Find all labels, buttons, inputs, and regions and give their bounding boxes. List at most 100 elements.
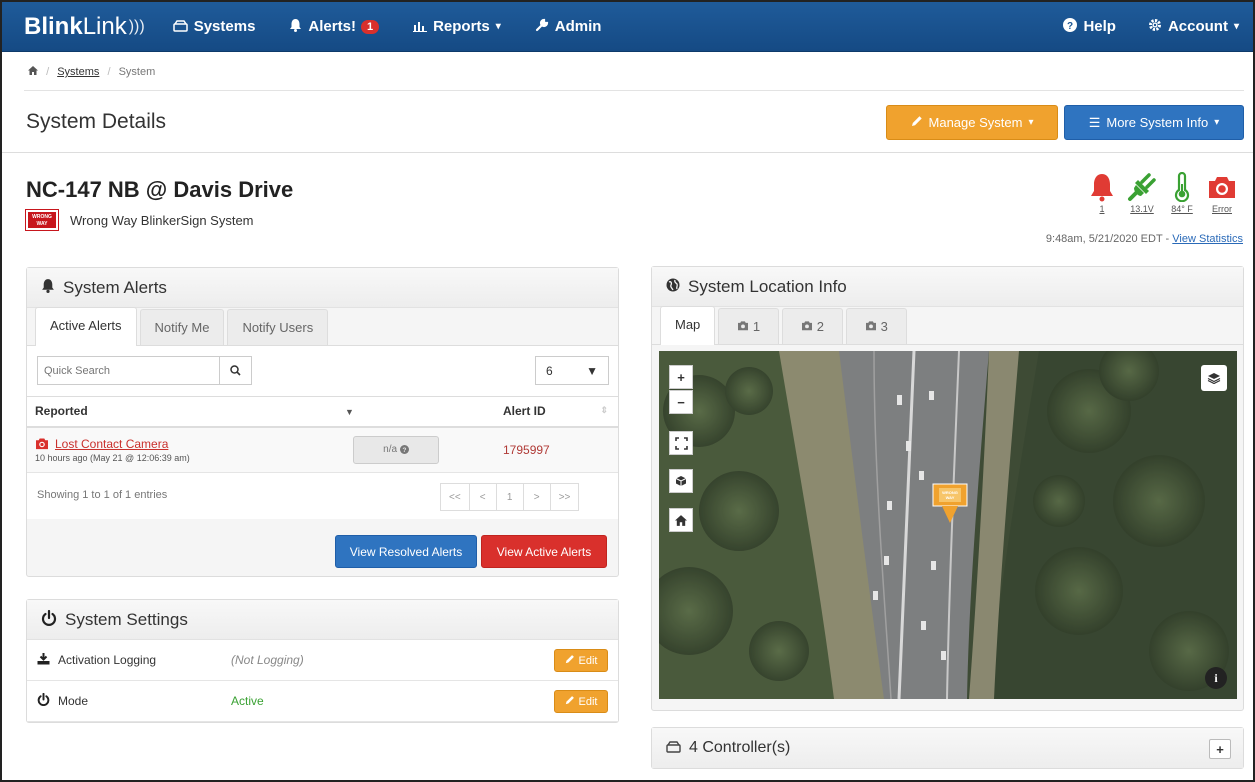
question-circle-icon: ?	[1063, 18, 1078, 35]
system-location-panel: System Location Info Map 1 2 3 + − WRONG…	[651, 266, 1244, 711]
page-1[interactable]: 1	[495, 483, 524, 511]
panel-heading: System Location Info	[652, 267, 1243, 307]
entries-info: Showing 1 to 1 of 1 entries	[37, 489, 168, 501]
status-temperature[interactable]: 84° F	[1163, 172, 1201, 214]
edit-mode-button[interactable]: Edit	[554, 690, 608, 713]
power-icon	[37, 692, 50, 709]
page-prev[interactable]: <	[468, 483, 497, 511]
breadcrumb-systems-link[interactable]: Systems	[57, 66, 99, 78]
map-home-button[interactable]	[669, 508, 693, 532]
panel-heading: 4 Controller(s)	[652, 728, 1243, 768]
layers-icon	[1207, 373, 1221, 384]
panel-heading: System Alerts	[27, 268, 618, 308]
page-last[interactable]: >>	[549, 483, 580, 511]
system-type: WRONG WAY Wrong Way BlinkerSign System	[25, 209, 254, 231]
search-button[interactable]	[220, 356, 252, 385]
alerts-tabs: Active Alerts Notify Me Notify Users	[27, 307, 618, 346]
tab-active-alerts[interactable]: Active Alerts	[35, 307, 137, 346]
system-settings-panel: System Settings Activation Logging (Not …	[26, 599, 619, 723]
status-icons: 1 13.1V 84° F Error	[1081, 172, 1241, 214]
view-statistics-link[interactable]: View Statistics	[1172, 233, 1243, 245]
sort-desc-icon: ▼	[345, 407, 354, 418]
view-resolved-alerts-button[interactable]: View Resolved Alerts	[335, 535, 477, 568]
alert-link-lost-contact-camera[interactable]: Lost Contact Camera	[35, 437, 345, 451]
caret-down-icon: ▾	[1233, 21, 1239, 32]
home-icon[interactable]	[28, 66, 41, 78]
brand-logo[interactable]: Blink Link)))	[24, 13, 145, 41]
setting-activation-logging: Activation Logging (Not Logging) Edit	[27, 640, 618, 681]
divider	[2, 152, 1253, 153]
nav-reports[interactable]: Reports ▾	[413, 18, 501, 35]
alerts-count-badge: 1	[360, 19, 380, 34]
page-next[interactable]: >	[522, 483, 551, 511]
top-navbar: Blink Link))) Systems Alerts! 1 Reports ▾…	[2, 2, 1253, 52]
controllers-panel[interactable]: 4 Controller(s) +	[651, 727, 1244, 769]
zoom-out-button[interactable]: −	[669, 390, 693, 414]
info-icon[interactable]: i	[1205, 667, 1227, 689]
status-alerts[interactable]: 1	[1083, 172, 1121, 214]
view-active-alerts-button[interactable]: View Active Alerts	[481, 535, 607, 568]
col-alert-id[interactable]: Alert ID ⇕	[495, 396, 618, 428]
fullscreen-button[interactable]	[669, 431, 693, 455]
wrong-way-sign-icon: WRONG WAY	[25, 209, 59, 231]
home-icon	[675, 514, 687, 526]
status-camera[interactable]: Error	[1203, 172, 1241, 214]
gear-icon	[1148, 18, 1162, 35]
hdd-icon	[172, 19, 188, 35]
cube-icon	[675, 476, 687, 486]
tab-map[interactable]: Map	[660, 306, 716, 345]
page-first[interactable]: <<	[440, 483, 470, 511]
3d-view-button[interactable]	[669, 469, 693, 493]
alert-time: 10 hours ago (May 21 @ 12:06:39 am)	[35, 452, 190, 463]
tab-camera-3[interactable]: 3	[846, 308, 907, 344]
system-location-marker[interactable]: WRONG WAY	[932, 483, 968, 530]
map-layers-button[interactable]	[1201, 365, 1227, 391]
nav-systems[interactable]: Systems	[172, 18, 255, 35]
satellite-map[interactable]: + − WRONG WAY i	[659, 351, 1237, 699]
edit-activation-logging-button[interactable]: Edit	[554, 649, 608, 672]
power-icon	[41, 609, 57, 630]
nav-alerts[interactable]: Alerts! 1	[289, 18, 380, 35]
nav-admin[interactable]: Admin	[535, 18, 601, 35]
expand-controllers-button[interactable]: +	[1209, 739, 1231, 759]
wrench-icon	[535, 18, 549, 35]
globe-icon	[666, 278, 680, 296]
caret-down-icon: ▾	[495, 21, 501, 32]
svg-text:?: ?	[1067, 21, 1073, 32]
ack-status-button[interactable]: n/a ?	[353, 435, 439, 464]
table-row: Lost Contact Camera 10 hours ago (May 21…	[27, 426, 618, 473]
pencil-icon	[911, 115, 923, 130]
location-tabs: Map 1 2 3	[652, 306, 1243, 345]
expand-icon	[674, 436, 688, 450]
manage-system-button[interactable]: Manage System ▾	[886, 105, 1058, 140]
quick-search-input[interactable]	[37, 356, 220, 385]
system-alerts-panel: System Alerts Active Alerts Notify Me No…	[26, 267, 619, 577]
breadcrumb: / Systems / System	[28, 66, 155, 78]
status-power[interactable]: 13.1V	[1123, 172, 1161, 214]
pagination: << < 1 > >>	[440, 483, 580, 511]
page-length-select[interactable]: 6 ▼	[535, 356, 609, 385]
breadcrumb-current: System	[118, 66, 156, 78]
tab-notify-me[interactable]: Notify Me	[139, 309, 225, 345]
tab-notify-users[interactable]: Notify Users	[227, 309, 329, 345]
bell-icon	[41, 278, 55, 297]
nav-account[interactable]: Account ▾	[1148, 18, 1239, 35]
zoom-in-button[interactable]: +	[669, 365, 693, 389]
tab-camera-2[interactable]: 2	[782, 308, 844, 344]
download-icon	[37, 652, 50, 668]
list-icon: ☰	[1088, 114, 1101, 130]
caret-down-icon: ▾	[1028, 117, 1034, 128]
plug-icon	[1128, 173, 1156, 201]
col-reported[interactable]: Reported	[27, 396, 345, 428]
tab-camera-1[interactable]: 1	[718, 308, 780, 344]
alerts-actions: View Resolved Alerts View Active Alerts	[335, 535, 607, 568]
panel-heading: System Settings	[27, 600, 618, 640]
more-system-info-button[interactable]: ☰ More System Info ▾	[1064, 105, 1244, 140]
camera-icon	[1209, 177, 1235, 198]
search-icon	[230, 365, 241, 376]
col-status-sort[interactable]: ▼	[345, 396, 495, 428]
alert-id: 1795997	[503, 443, 550, 458]
camera-icon	[802, 321, 813, 331]
alerts-table: Reported ▼ Alert ID ⇕ Lost Contact Camer…	[27, 396, 618, 473]
nav-help[interactable]: ? Help	[1063, 18, 1116, 35]
